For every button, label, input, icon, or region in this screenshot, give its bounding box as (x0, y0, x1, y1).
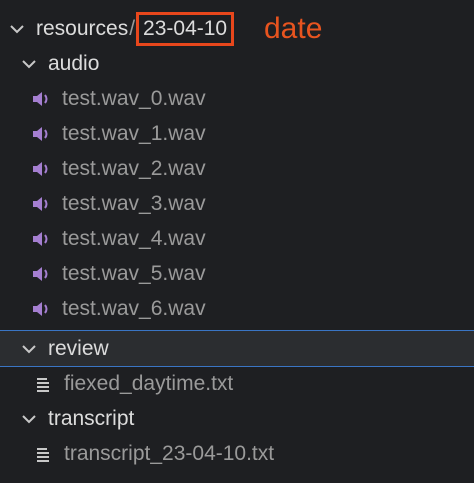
file-explorer-tree: resources / 23-04-10 date audio test.wav… (0, 0, 474, 483)
tree-row-audio-file[interactable]: test.wav_3.wav (0, 186, 474, 221)
file-label: transcript_23-04-10.txt (64, 441, 275, 465)
chevron-down-icon[interactable] (20, 340, 38, 358)
audio-file-icon (32, 90, 52, 108)
audio-file-icon (32, 265, 52, 283)
folder-label-date: 23-04-10 (143, 16, 228, 40)
folder-label-transcript: transcript (48, 406, 135, 430)
file-label: test.wav_2.wav (62, 156, 206, 180)
chevron-down-icon[interactable] (20, 55, 38, 73)
tree-row-audio-file[interactable]: test.wav_6.wav (0, 291, 474, 326)
tree-row-audio-file[interactable]: test.wav_0.wav (0, 81, 474, 116)
tree-row-text-file[interactable]: transcript_23-04-10.txt (0, 436, 474, 471)
file-label: test.wav_3.wav (62, 191, 206, 215)
audio-file-icon (32, 300, 52, 318)
file-label: fiexed_daytime.txt (64, 371, 234, 395)
tree-row-audio[interactable]: audio (0, 46, 474, 81)
audio-file-icon (32, 230, 52, 248)
chevron-down-icon[interactable] (8, 20, 26, 38)
date-annotation: date (264, 12, 323, 45)
text-file-icon (34, 375, 54, 393)
chevron-down-icon[interactable] (20, 410, 38, 428)
audio-file-icon (32, 195, 52, 213)
tree-row-audio-file[interactable]: test.wav_1.wav (0, 116, 474, 151)
audio-file-icon (32, 125, 52, 143)
file-label: test.wav_5.wav (62, 261, 206, 285)
tree-row-review[interactable]: review (0, 330, 474, 367)
audio-file-icon (32, 160, 52, 178)
tree-row-transcript[interactable]: transcript (0, 401, 474, 436)
file-label: test.wav_0.wav (62, 86, 206, 110)
tree-row-audio-file[interactable]: test.wav_4.wav (0, 221, 474, 256)
file-label: test.wav_4.wav (62, 226, 206, 250)
folder-label-review: review (48, 336, 109, 360)
text-file-icon (34, 445, 54, 463)
date-folder-highlight: 23-04-10 (136, 11, 235, 46)
tree-row-audio-file[interactable]: test.wav_2.wav (0, 151, 474, 186)
tree-row-resources[interactable]: resources / 23-04-10 (0, 11, 474, 46)
folder-label-resources: resources (36, 16, 129, 40)
file-label: test.wav_6.wav (62, 296, 206, 320)
file-label: test.wav_1.wav (62, 121, 206, 145)
tree-row-audio-file[interactable]: test.wav_5.wav (0, 256, 474, 291)
folder-label-audio: audio (48, 51, 100, 75)
tree-row-text-file[interactable]: fiexed_daytime.txt (0, 366, 474, 401)
path-separator: / (129, 16, 136, 40)
